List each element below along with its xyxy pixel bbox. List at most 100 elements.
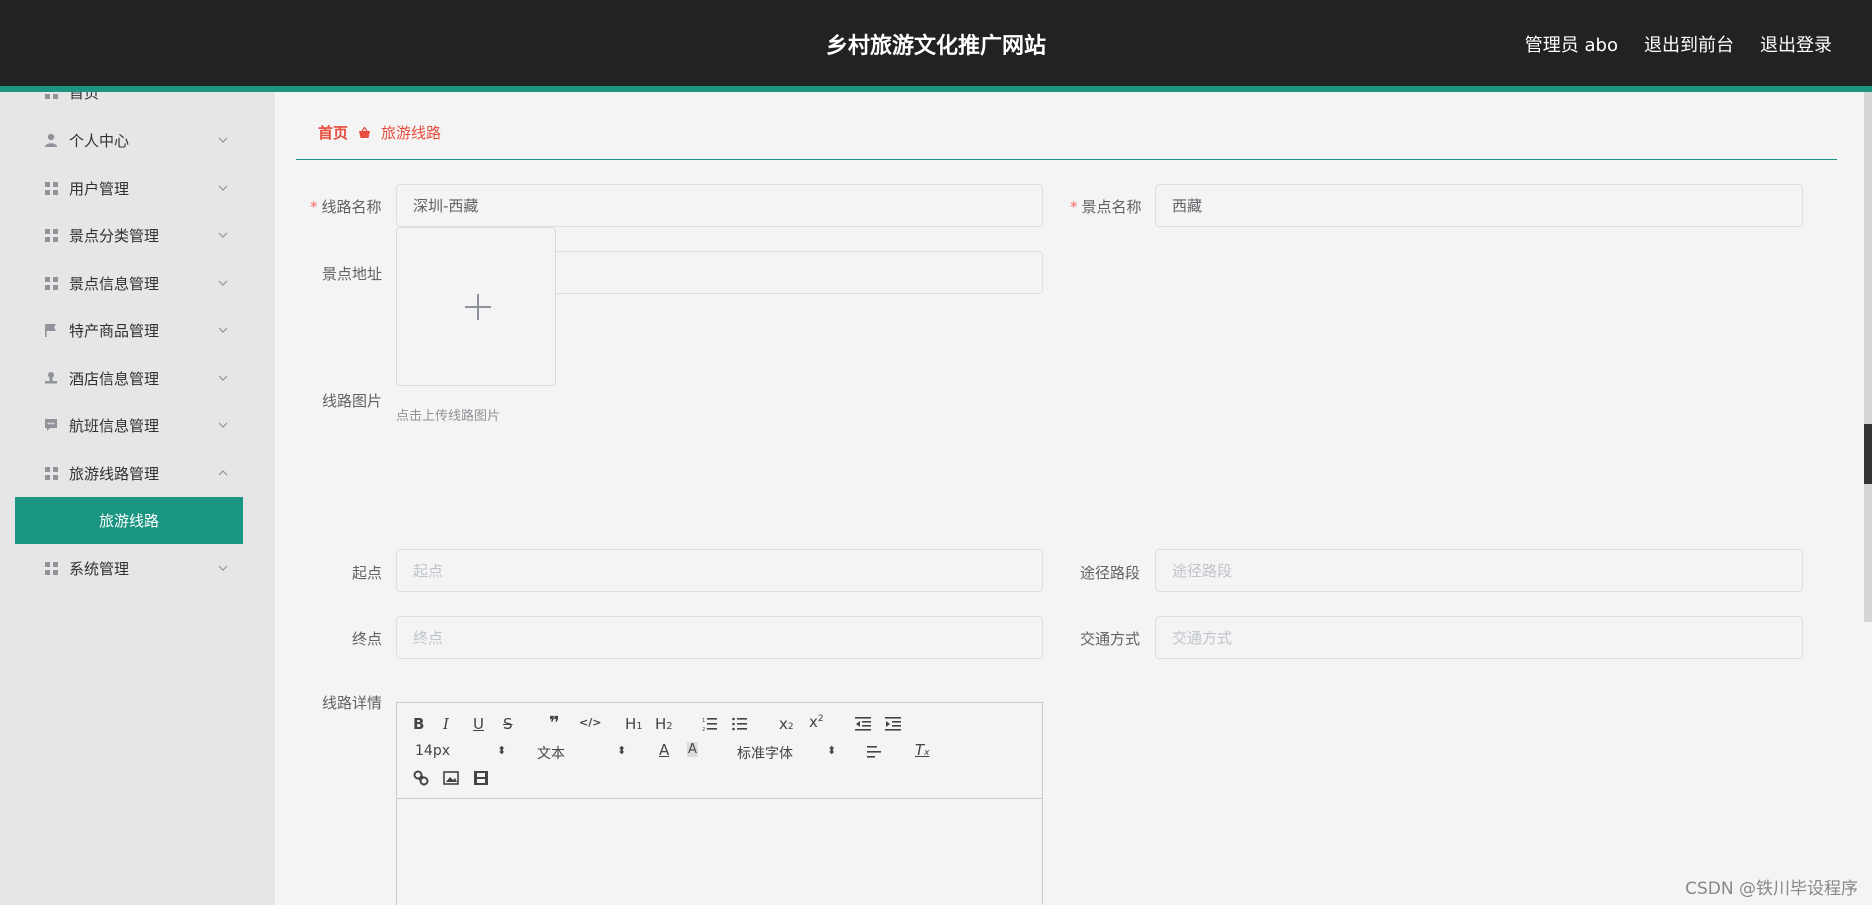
start-input[interactable]: 起点 [396,549,1043,592]
clear-format-icon[interactable]: Tx [915,741,930,759]
background-color-icon[interactable]: A [687,742,698,757]
logout-link[interactable]: 退出登录 [1760,31,1832,57]
end-input[interactable]: 终点 [396,616,1043,659]
watermark: CSDN @铁川毕设程序 [1685,879,1858,899]
sidebar-item-system[interactable]: 系统管理 [0,544,275,592]
upload-tip: 点击上传线路图片 [396,409,501,424]
rich-text-editor: B I U S ❞ </> H1 H2 12 x2 x2 14px ⬍ 文本 ⬍… [396,702,1043,905]
header1-icon[interactable]: H1 [625,715,643,733]
transport-input[interactable]: 交通方式 [1155,616,1803,659]
sidebar-item-label: 系统管理 [69,559,130,578]
top-header: 乡村旅游文化推广网站 管理员 abo 退出到前台 退出登录 [0,0,1872,86]
align-icon[interactable] [867,744,883,760]
sidebar-item-home[interactable]: 首页 [0,92,275,116]
end-label: 终点 [352,630,383,648]
exit-to-front-link[interactable]: 退出到前台 [1644,31,1734,57]
stamp-icon [44,371,58,385]
flag-icon [44,323,58,337]
sidebar-item-route-mgmt[interactable]: 旅游线路管理 [0,449,275,497]
page-scrollbar[interactable] [1864,92,1872,622]
sidebar-item-label: 个人中心 [69,131,130,150]
chevron-down-icon [218,327,228,333]
chevron-down-icon [218,375,228,381]
blockquote-icon[interactable]: ❞ [549,713,560,734]
ordered-list-icon[interactable]: 12 [702,716,718,732]
sidebar-item-label: 景点信息管理 [69,274,160,293]
sidebar-item-spot-info[interactable]: 景点信息管理 [0,259,275,307]
spot-name-label: * 景点名称 [1070,198,1142,216]
sidebar-item-label: 用户管理 [69,179,130,198]
grid-icon [44,561,58,575]
sidebar: 首页 个人中心 用户管理 景点分类管理 景点信息管理 特产商品管理 酒店信息管理 [0,92,275,905]
breadcrumb-divider [296,159,1837,160]
detail-label: 线路详情 [322,694,383,712]
subscript-icon[interactable]: x2 [779,715,794,733]
chevron-up-icon [218,470,228,476]
home-icon [44,92,58,99]
chevron-down-icon [218,280,228,286]
sidebar-item-spot-category[interactable]: 景点分类管理 [0,211,275,259]
page-scrollbar-thumb[interactable] [1864,424,1872,484]
admin-name: 管理员 abo [1524,35,1618,56]
user-icon [44,133,58,147]
svg-text:2: 2 [702,727,705,732]
editor-toolbar: B I U S ❞ </> H1 H2 12 x2 x2 14px ⬍ 文本 ⬍… [397,703,1042,799]
chevron-down-icon [218,565,228,571]
sidebar-item-users[interactable]: 用户管理 [0,164,275,212]
transport-label: 交通方式 [1080,630,1141,648]
sidebar-subitem-route[interactable]: 旅游线路 [15,497,243,544]
font-color-icon[interactable]: A [659,741,669,759]
via-input[interactable]: 途径路段 [1155,549,1803,592]
sidebar-item-label: 旅游线路管理 [69,464,160,483]
grid-icon [44,466,58,480]
chevron-down-icon [218,232,228,238]
font-size-arrow-icon: ⬍ [497,744,507,757]
underline-icon[interactable]: U [473,715,484,733]
start-label: 起点 [352,564,383,582]
font-family-select[interactable]: 标准字体 [737,743,793,763]
via-label: 途径路段 [1080,564,1141,582]
link-icon[interactable] [413,770,429,786]
font-family-arrow-icon: ⬍ [827,744,837,757]
route-image-label: 线路图片 [322,392,383,410]
sidebar-item-hotel[interactable]: 酒店信息管理 [0,354,275,402]
text-type-arrow-icon: ⬍ [617,744,627,757]
svg-text:1: 1 [702,718,705,724]
text-type-select[interactable]: 文本 [537,743,565,763]
plus-icon-vertical [477,294,479,320]
sidebar-item-products[interactable]: 特产商品管理 [0,306,275,354]
sidebar-item-flight[interactable]: 航班信息管理 [0,401,275,449]
message-icon [44,418,58,432]
sidebar-item-label: 景点分类管理 [69,226,160,245]
strikethrough-icon[interactable]: S [503,715,513,733]
grid-icon [44,181,58,195]
indent-icon[interactable] [885,716,901,732]
chevron-down-icon [218,422,228,428]
image-upload-button[interactable] [396,227,556,386]
grid-icon [44,228,58,242]
font-size-select[interactable]: 14px [415,743,450,759]
video-icon[interactable] [473,770,489,786]
bold-icon[interactable]: B [413,715,424,733]
grid-icon [44,276,58,290]
chevron-down-icon [218,137,228,143]
superscript-icon[interactable]: x2 [809,713,824,731]
header-actions: 管理员 abo 退出到前台 退出登录 [1525,31,1832,57]
breadcrumb-home[interactable]: 首页 [318,122,348,143]
chevron-down-icon [218,185,228,191]
breadcrumb-current: 旅游线路 [381,124,442,142]
outdent-icon[interactable] [855,716,871,732]
italic-icon[interactable]: I [443,715,449,733]
sidebar-item-label: 航班信息管理 [69,416,160,435]
sidebar-item-personal[interactable]: 个人中心 [0,116,275,164]
route-name-label: * 线路名称 [310,198,382,216]
image-icon[interactable] [443,770,459,786]
bullet-list-icon[interactable] [732,716,748,732]
code-icon[interactable]: </> [579,716,601,729]
spot-name-input[interactable]: 西藏 [1155,184,1803,227]
header2-icon[interactable]: H2 [655,715,673,733]
sidebar-item-label: 首页 [69,92,100,102]
route-name-input[interactable]: 深圳-西藏 [396,184,1043,227]
breadcrumb: 首页 旅游线路 [318,122,441,143]
basket-icon [359,126,371,138]
